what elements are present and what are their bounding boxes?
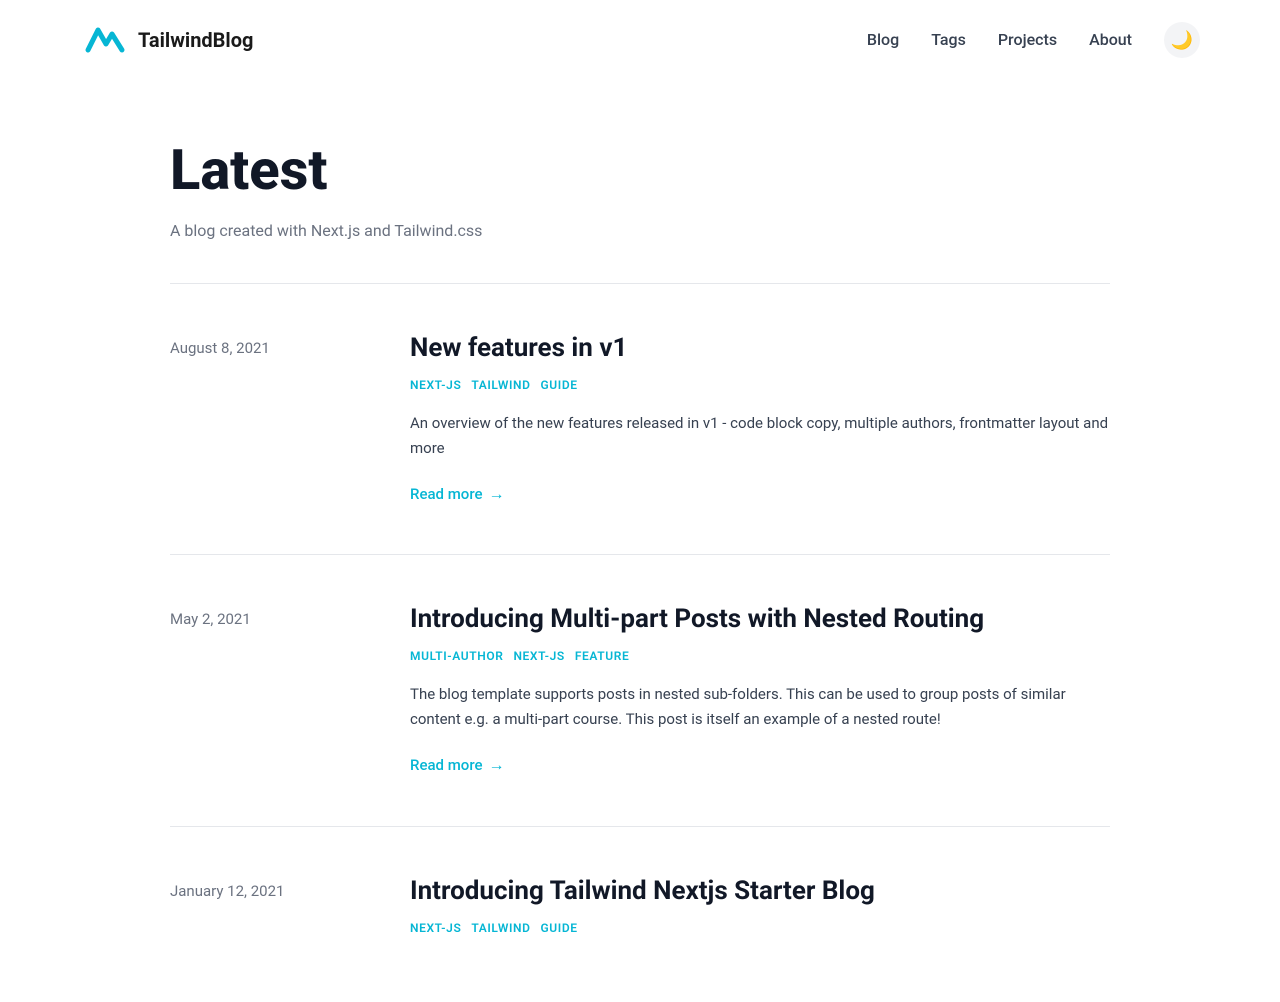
tag-next-js[interactable]: NEXT-JS	[410, 376, 461, 395]
dark-mode-toggle[interactable]: 🌙	[1164, 22, 1200, 58]
site-name: TailwindBlog	[138, 24, 253, 56]
post-title-link[interactable]: Introducing Tailwind Nextjs Starter Blog	[410, 875, 1110, 909]
tag-next-js[interactable]: NEXT-JS	[513, 647, 564, 666]
nav-projects[interactable]: Projects	[998, 27, 1057, 53]
tag-next-js[interactable]: NEXT-JS	[410, 919, 461, 938]
main-content: Latest A blog created with Next.js and T…	[90, 80, 1190, 1002]
post-item: August 8, 2021 New features in v1 NEXT-J…	[170, 284, 1110, 554]
post-content: Introducing Tailwind Nextjs Starter Blog…	[410, 875, 1110, 954]
post-item: January 12, 2021 Introducing Tailwind Ne…	[170, 827, 1110, 1002]
nav-tags[interactable]: Tags	[931, 27, 966, 53]
post-date: May 2, 2021	[170, 603, 410, 777]
tag-tailwind[interactable]: TAILWIND	[471, 376, 530, 395]
logo-link[interactable]: TailwindBlog	[80, 16, 253, 64]
tag-feature[interactable]: FEATURE	[575, 647, 630, 666]
tag-guide[interactable]: GUIDE	[541, 376, 578, 395]
post-tags: NEXT-JS TAILWIND GUIDE	[410, 919, 1110, 938]
page-title: Latest	[170, 140, 1110, 202]
tag-guide[interactable]: GUIDE	[541, 919, 578, 938]
read-more-link[interactable]: Read more →	[410, 481, 505, 507]
hero-section: Latest A blog created with Next.js and T…	[170, 80, 1110, 283]
main-nav: Blog Tags Projects About 🌙	[867, 22, 1200, 58]
post-tags: NEXT-JS TAILWIND GUIDE	[410, 376, 1110, 395]
post-date: January 12, 2021	[170, 875, 410, 954]
read-more-link[interactable]: Read more →	[410, 752, 505, 778]
post-excerpt: The blog template supports posts in nest…	[410, 682, 1110, 732]
tag-multi-author[interactable]: MULTI-AUTHOR	[410, 647, 503, 666]
read-more-text: Read more	[410, 753, 483, 777]
nav-blog[interactable]: Blog	[867, 27, 899, 53]
nav-about[interactable]: About	[1089, 27, 1132, 53]
arrow-icon: →	[489, 752, 505, 778]
post-content: Introducing Multi-part Posts with Nested…	[410, 603, 1110, 777]
logo-icon	[80, 16, 128, 64]
post-content: New features in v1 NEXT-JS TAILWIND GUID…	[410, 332, 1110, 506]
post-tags: MULTI-AUTHOR NEXT-JS FEATURE	[410, 647, 1110, 666]
post-title-link[interactable]: Introducing Multi-part Posts with Nested…	[410, 603, 1110, 637]
post-date: August 8, 2021	[170, 332, 410, 506]
arrow-icon: →	[489, 481, 505, 507]
read-more-text: Read more	[410, 482, 483, 506]
hero-subtitle: A blog created with Next.js and Tailwind…	[170, 218, 1110, 244]
moon-icon: 🌙	[1171, 30, 1193, 51]
tag-tailwind[interactable]: TAILWIND	[471, 919, 530, 938]
post-excerpt: An overview of the new features released…	[410, 411, 1110, 461]
post-title-link[interactable]: New features in v1	[410, 332, 1110, 366]
post-item: May 2, 2021 Introducing Multi-part Posts…	[170, 555, 1110, 825]
